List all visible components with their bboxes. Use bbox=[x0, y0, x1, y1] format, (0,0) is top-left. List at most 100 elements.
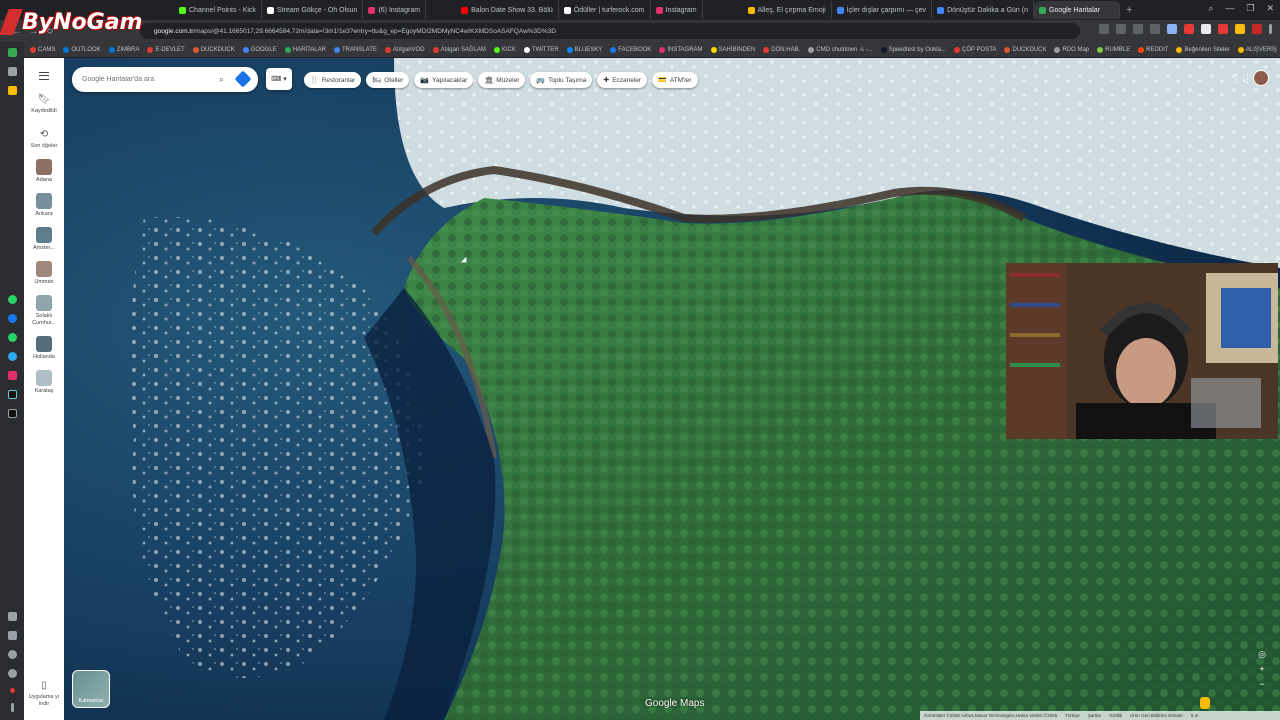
close-button[interactable]: ✕ bbox=[1266, 3, 1274, 14]
sidebar-tool-icon[interactable] bbox=[7, 612, 17, 621]
bookmark-item[interactable]: ÇÖP POSTA bbox=[953, 46, 996, 53]
settings-icon[interactable] bbox=[7, 669, 17, 678]
feedback-link[interactable]: Ürün Geri Bildirimi Gönder bbox=[1130, 713, 1183, 718]
extension-icon[interactable] bbox=[1099, 24, 1109, 34]
search-input[interactable] bbox=[82, 76, 212, 83]
browser-tab[interactable]: Balon Date Show 33. Bölü bbox=[456, 1, 559, 19]
extension-icon[interactable] bbox=[1133, 24, 1143, 34]
browser-tab-active[interactable]: Google Haritalar bbox=[1034, 1, 1120, 19]
extension-icon[interactable] bbox=[1201, 24, 1211, 34]
bookmark-item[interactable]: RDO Map bbox=[1054, 46, 1089, 53]
instagram-icon[interactable] bbox=[7, 371, 17, 380]
sidebar-tool-icon[interactable] bbox=[7, 631, 17, 640]
sidebar-app-icon[interactable] bbox=[7, 48, 17, 57]
bookmark-item[interactable]: AtılganVOD bbox=[384, 46, 425, 53]
extension-icon[interactable] bbox=[1116, 24, 1126, 34]
recent-place-adana[interactable]: Adana bbox=[24, 159, 64, 184]
terms-link[interactable]: Şartlar bbox=[1088, 713, 1101, 718]
chip-things-to-do[interactable]: 📷 Yapılacaklar bbox=[414, 72, 474, 88]
bookmark-item[interactable]: TWITTER bbox=[523, 46, 559, 53]
extension-icon[interactable] bbox=[1167, 24, 1177, 34]
history-icon[interactable] bbox=[7, 650, 17, 659]
maximize-button[interactable]: ❐ bbox=[1246, 3, 1254, 14]
bookmark-item[interactable]: CMD shutdown -s -... bbox=[808, 46, 873, 53]
download-app-button[interactable]: ▯ Uygulama yı indir bbox=[24, 680, 64, 708]
extension-icon[interactable] bbox=[1218, 24, 1228, 34]
recent-place-ankara[interactable]: Ankara bbox=[24, 193, 64, 218]
sidebar-tool-icon[interactable] bbox=[9, 688, 15, 693]
bookmark-item[interactable]: OUTLOOK bbox=[63, 46, 101, 53]
browser-tab[interactable]: (6) Instagram bbox=[363, 1, 427, 19]
chip-transit[interactable]: 🚌 Toplu Taşıma bbox=[530, 72, 593, 88]
zoom-out-button[interactable]: − bbox=[1256, 678, 1268, 690]
recent-place-solakli[interactable]: Solaklı Cumhur... bbox=[24, 295, 64, 327]
extension-icon[interactable] bbox=[1235, 24, 1245, 34]
whatsapp-icon[interactable] bbox=[7, 295, 17, 304]
menu-icon[interactable] bbox=[1269, 24, 1272, 34]
bookmark-item[interactable]: CAMS bbox=[30, 46, 55, 53]
bookmark-item[interactable]: Speedtest by Ookla... bbox=[880, 46, 946, 53]
chip-restaurants[interactable]: 🍴 Restoranlar bbox=[304, 72, 362, 88]
bookmark-item[interactable]: Beğenilen Siteler bbox=[1176, 46, 1230, 53]
bookmark-item[interactable]: GOOGLE bbox=[242, 46, 277, 53]
bookmark-item[interactable]: ZIMBRA bbox=[108, 46, 139, 53]
recent-place-karatas[interactable]: Karataş bbox=[24, 370, 64, 395]
saved-button[interactable]: 🔖︎ Kaydedildi bbox=[24, 94, 64, 115]
sidebar-app-icon[interactable] bbox=[7, 67, 17, 76]
directions-icon[interactable] bbox=[234, 70, 252, 88]
extension-icon[interactable] bbox=[1252, 24, 1262, 34]
messenger-icon[interactable] bbox=[7, 314, 17, 323]
bookmark-item[interactable]: DUCKDUCK bbox=[192, 46, 235, 53]
bookmark-item[interactable]: Atılgan SAĞLAM bbox=[432, 46, 486, 53]
chip-hotels[interactable]: 🛏 Oteller bbox=[366, 72, 410, 88]
bookmark-item[interactable]: TRANSLATE bbox=[333, 46, 377, 53]
new-tab-button[interactable]: + bbox=[1126, 4, 1132, 16]
recent-place-umman[interactable]: Umman bbox=[24, 261, 64, 286]
bookmark-item[interactable]: E-DEVLET bbox=[147, 46, 185, 53]
browser-tab[interactable]: İçler dışlar çarpımı — çev bbox=[832, 1, 933, 19]
layers-toggle[interactable]: Katmanlar bbox=[72, 670, 110, 708]
privacy-link[interactable]: Gizlilik bbox=[1109, 713, 1122, 718]
browser-tab[interactable]: Channel Points - Kick bbox=[174, 1, 262, 19]
recent-place-hollanda[interactable]: Hollanda bbox=[24, 336, 64, 361]
whatsapp-icon[interactable] bbox=[7, 333, 17, 342]
chip-museums[interactable]: 🏛 Müzeler bbox=[478, 72, 526, 88]
tiktok-icon[interactable] bbox=[7, 390, 17, 399]
bookmark-item[interactable]: DUCKDUCK bbox=[1004, 46, 1046, 53]
country-link[interactable]: Türkiye bbox=[1065, 713, 1080, 718]
chip-atms[interactable]: 💳 ATM'ler bbox=[652, 72, 698, 88]
bookmark-item[interactable]: RUMBLE bbox=[1097, 46, 1130, 53]
keyboard-toggle-button[interactable]: ⌨︎ ▾ bbox=[266, 68, 292, 90]
extension-icon[interactable] bbox=[1184, 24, 1194, 34]
hamburger-menu-icon[interactable] bbox=[39, 72, 49, 80]
more-icon[interactable] bbox=[10, 703, 14, 712]
bookmark-item[interactable]: INSTAGRAM bbox=[659, 46, 703, 53]
browser-tab[interactable]: Ödüller | turferock.com bbox=[559, 1, 651, 19]
omnibox[interactable]: google.com.tr/maps/@41.1665017,29.666458… bbox=[140, 23, 1080, 39]
extension-icon[interactable] bbox=[1150, 24, 1160, 34]
bookmark-item[interactable]: ALIŞVERİŞ bbox=[1237, 46, 1277, 53]
google-apps-icon[interactable]: ⋮⋮ bbox=[1231, 72, 1253, 85]
bookmark-item[interactable]: FACEBOOK bbox=[610, 46, 651, 53]
bookmark-item[interactable]: REDDIT bbox=[1138, 46, 1168, 53]
browser-tab[interactable]: Alleş, El çırpma Emoji bbox=[743, 1, 832, 19]
search-icon[interactable]: ⌕ bbox=[219, 74, 224, 85]
bookmark-item[interactable]: DON.HAB. bbox=[763, 46, 800, 53]
sidebar-app-icon[interactable] bbox=[7, 86, 17, 95]
bookmark-item[interactable]: SAHİBİNDEN bbox=[710, 46, 755, 53]
x-icon[interactable] bbox=[7, 409, 17, 418]
bookmark-item[interactable]: BLUESKY bbox=[566, 46, 602, 53]
minimize-button[interactable]: — bbox=[1225, 3, 1234, 14]
my-location-icon[interactable]: ◎ bbox=[1256, 648, 1268, 660]
account-avatar[interactable] bbox=[1253, 70, 1269, 86]
browser-tab[interactable]: Stream Gökçe - Oh Olsun bbox=[262, 1, 364, 19]
recent-place-amsterdam[interactable]: Amster... bbox=[24, 227, 64, 252]
browser-tab[interactable]: Instagram bbox=[651, 1, 703, 19]
zoom-in-button[interactable]: + bbox=[1256, 663, 1268, 675]
recent-button[interactable]: ⟲ Son öğeler bbox=[24, 129, 64, 150]
telegram-icon[interactable] bbox=[7, 352, 17, 361]
street-view-pegman-icon[interactable] bbox=[1200, 697, 1210, 709]
chip-pharmacies[interactable]: ✚ Eczaneler bbox=[597, 72, 648, 88]
bookmark-item[interactable]: HARİTALAR bbox=[284, 46, 326, 53]
bookmark-item[interactable]: KICK bbox=[493, 46, 516, 53]
